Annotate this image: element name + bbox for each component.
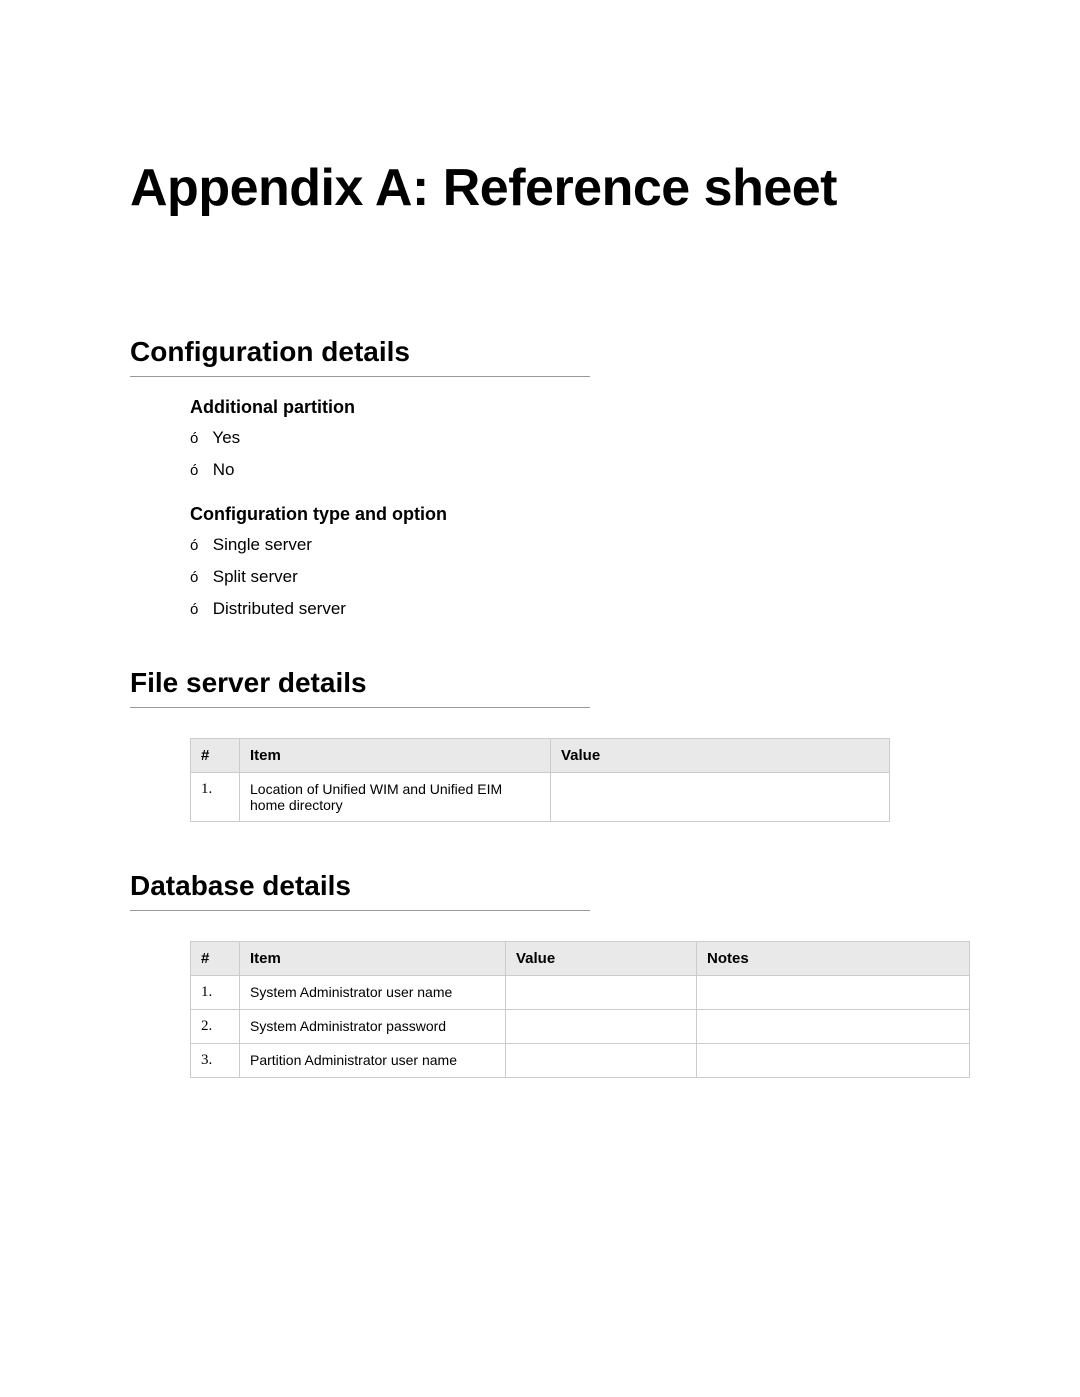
col-header-number: # [191,739,240,773]
option-distributed-server: ó Distributed server [190,599,950,619]
col-header-notes: Notes [697,942,970,976]
table-row: 3. Partition Administrator user name [191,1044,970,1078]
subsection-config-type: Configuration type and option ó Single s… [190,504,950,619]
col-header-value: Value [551,739,890,773]
option-split-server: ó Split server [190,567,950,587]
table-row: 1. System Administrator user name [191,976,970,1010]
section-heading-database: Database details [130,870,950,902]
option-label: Single server [213,535,312,554]
cell-notes [697,1010,970,1044]
bullet-icon: ó [190,537,208,554]
cell-item: Partition Administrator user name [240,1044,506,1078]
page-title: Appendix A: Reference sheet [130,160,950,216]
table-header-row: # Item Value Notes [191,942,970,976]
bullet-icon: ó [190,601,208,618]
cell-number: 2. [191,1010,240,1044]
option-label: Yes [212,428,240,447]
col-header-item: Item [240,739,551,773]
section-database: Database details # Item Value Notes 1. S… [130,870,950,1078]
database-table: # Item Value Notes 1. System Administrat… [190,941,970,1078]
cell-number: 1. [191,976,240,1010]
option-label: No [213,460,235,479]
option-label: Split server [213,567,298,586]
sub-heading-partition: Additional partition [190,397,950,418]
table-header-row: # Item Value [191,739,890,773]
section-heading-configuration: Configuration details [130,336,950,368]
cell-notes [697,976,970,1010]
sub-heading-config-type: Configuration type and option [190,504,950,525]
option-yes: ó Yes [190,428,950,448]
option-single-server: ó Single server [190,535,950,555]
cell-value [506,1044,697,1078]
table-row: 2. System Administrator password [191,1010,970,1044]
bullet-icon: ó [190,430,208,447]
cell-item: System Administrator password [240,1010,506,1044]
cell-value [506,976,697,1010]
cell-value [551,773,890,822]
option-no: ó No [190,460,950,480]
section-rule [130,376,590,377]
file-server-table: # Item Value 1. Location of Unified WIM … [190,738,890,822]
cell-item: System Administrator user name [240,976,506,1010]
bullet-icon: ó [190,462,208,479]
option-label: Distributed server [213,599,346,618]
section-file-server: File server details # Item Value 1. Loca… [130,667,950,822]
col-header-item: Item [240,942,506,976]
col-header-value: Value [506,942,697,976]
section-heading-file-server: File server details [130,667,950,699]
cell-number: 1. [191,773,240,822]
table-row: 1. Location of Unified WIM and Unified E… [191,773,890,822]
subsection-additional-partition: Additional partition ó Yes ó No [190,397,950,480]
cell-number: 3. [191,1044,240,1078]
bullet-icon: ó [190,569,208,586]
cell-notes [697,1044,970,1078]
section-configuration: Configuration details Additional partiti… [130,336,950,619]
section-rule [130,910,590,911]
section-rule [130,707,590,708]
col-header-number: # [191,942,240,976]
cell-item: Location of Unified WIM and Unified EIM … [240,773,551,822]
cell-value [506,1010,697,1044]
